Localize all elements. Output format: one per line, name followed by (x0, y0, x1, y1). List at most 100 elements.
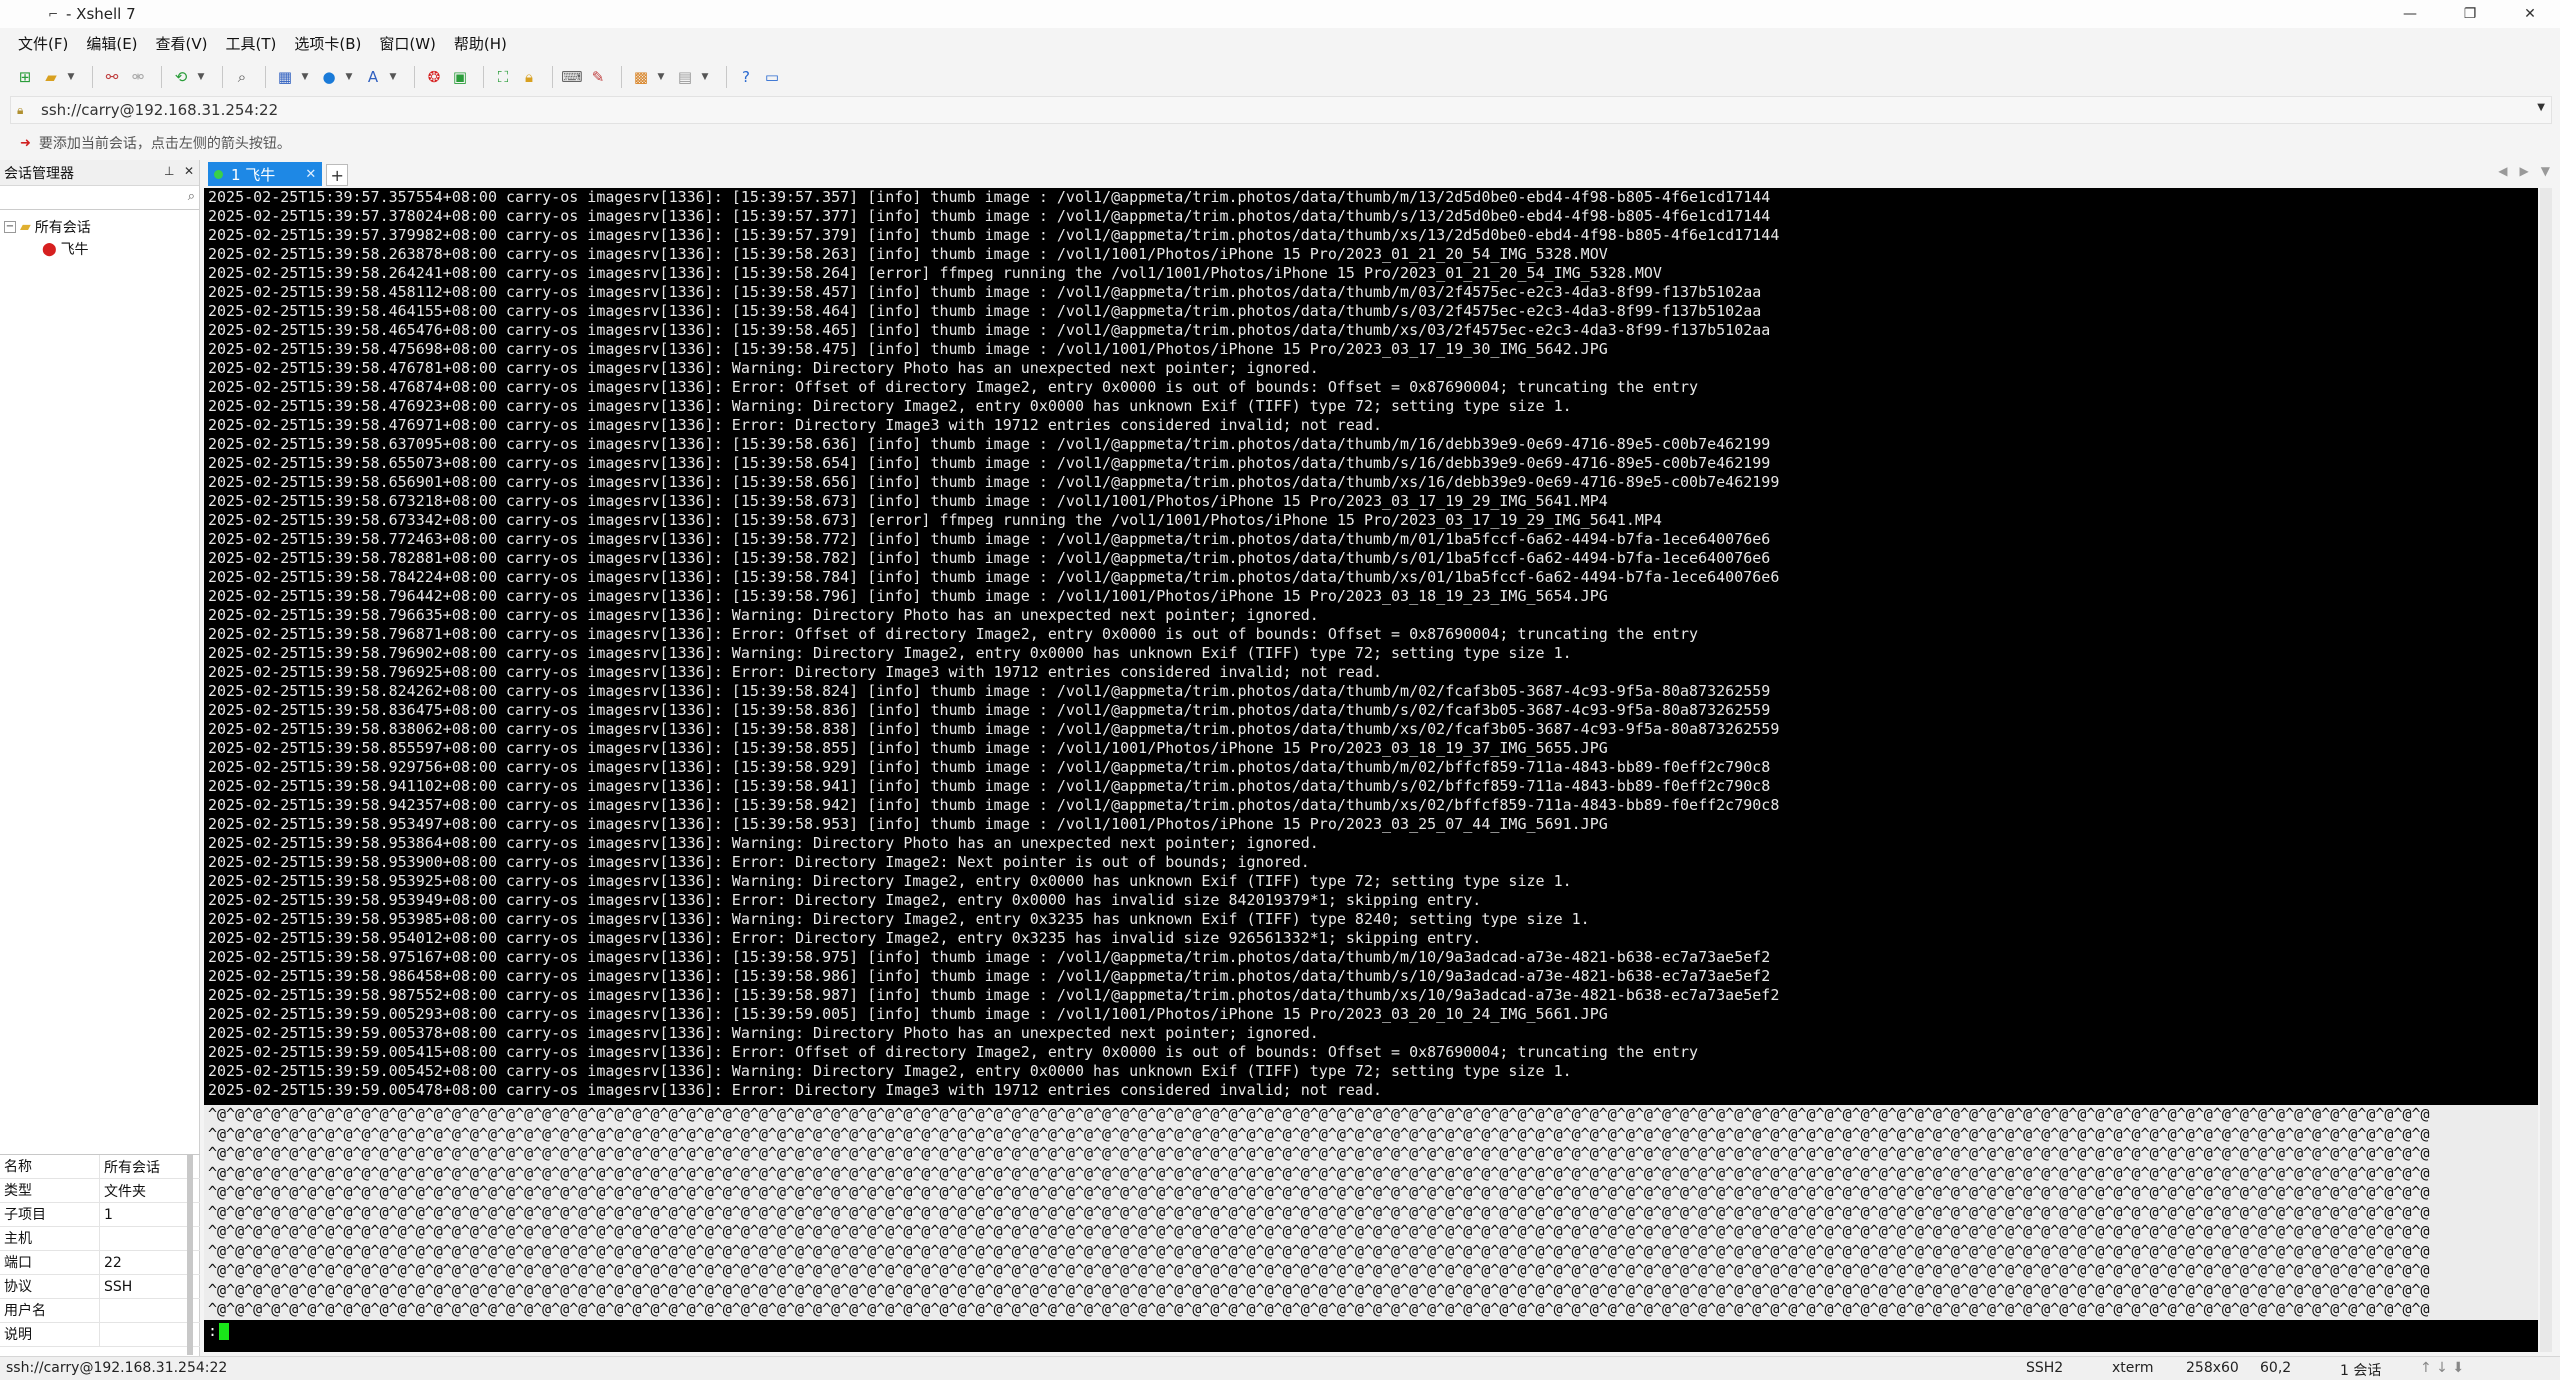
tab-session-1[interactable]: 1 飞牛 ✕ (208, 162, 323, 186)
open-folder-icon[interactable]: ▰ (40, 66, 62, 88)
terminal-line: 2025-02-25T15:39:58.953949+08:00 carry-o… (208, 891, 1482, 909)
toolbar-divider (483, 66, 484, 88)
terminal-scrollbar[interactable] (2540, 188, 2552, 1352)
session-search: ⌕ (0, 186, 199, 210)
chevron-down-icon[interactable]: ▼ (66, 66, 76, 88)
globe-icon[interactable]: ● (318, 66, 340, 88)
address-input[interactable]: ssh://carry@192.168.31.254:22 (41, 101, 278, 119)
reconnect-icon[interactable]: ⟲ (170, 66, 192, 88)
chevron-down-icon[interactable]: ▼ (196, 66, 206, 88)
null-char-line: ^@^@^@^@^@^@^@^@^@^@^@^@^@^@^@^@^@^@^@^@… (208, 1183, 2430, 1201)
property-key: 协议 (0, 1274, 100, 1299)
close-tab-icon[interactable]: ✕ (305, 167, 316, 182)
add-tab-button[interactable]: + (326, 164, 349, 186)
menu-tools[interactable]: 工具(T) (226, 33, 277, 54)
new-session-icon[interactable]: ⊞ (14, 66, 36, 88)
terminal-line: 2025-02-25T15:39:58.796902+08:00 carry-o… (208, 644, 1572, 662)
chevron-down-icon[interactable]: ▼ (300, 66, 310, 88)
bookmark-arrow-icon[interactable]: ➜ (20, 136, 31, 151)
terminal-line: 2025-02-25T15:39:58.476781+08:00 carry-o… (208, 359, 1319, 377)
terminal-line: 2025-02-25T15:39:58.986458+08:00 carry-o… (208, 967, 1771, 985)
tab-list-icon[interactable]: ▼ (2541, 164, 2550, 178)
terminal-line: 2025-02-25T15:39:58.824262+08:00 carry-o… (208, 682, 1771, 700)
xftp-icon[interactable]: ❂ (423, 66, 445, 88)
chevron-down-icon[interactable]: ▼ (344, 66, 354, 88)
status-connection: ssh://carry@192.168.31.254:22 (6, 1360, 228, 1376)
terminal-line: 2025-02-25T15:39:58.855597+08:00 carry-o… (208, 739, 1608, 757)
terminal-prompt[interactable]: : (208, 1322, 230, 1340)
pin-icon[interactable]: ⊥ (164, 164, 174, 178)
tree-session-label: 飞牛 (60, 242, 89, 258)
fullscreen-icon[interactable]: ⛶ (492, 66, 514, 88)
help-icon[interactable]: ? (735, 66, 757, 88)
minimize-button[interactable]: — (2380, 0, 2440, 28)
address-bar[interactable]: 🔒︎ ssh://carry@192.168.31.254:22 ▼ (10, 96, 2552, 124)
session-manager-header: 会话管理器 ⊥ ✕ (0, 160, 199, 186)
tab-next-icon[interactable]: ▶ (2520, 164, 2529, 178)
title-bar: ⌐ - Xshell 7 — ❐ ✕ (0, 0, 2560, 28)
chevron-down-icon[interactable]: ▼ (656, 66, 666, 88)
tab-bar: 1 飞牛 ✕ + ◀ ▶ ▼ (202, 160, 2560, 186)
null-char-line: ^@^@^@^@^@^@^@^@^@^@^@^@^@^@^@^@^@^@^@^@… (208, 1280, 2430, 1299)
tree-session-item[interactable]: ⬤ 飞牛 (0, 238, 199, 260)
status-arrows-icon[interactable]: ↑ ↓ ⬇ (2420, 1360, 2464, 1376)
terminal-view[interactable]: 2025-02-25T15:39:57.357554+08:00 carry-o… (204, 188, 2538, 1352)
terminal-line: 2025-02-25T15:39:58.975167+08:00 carry-o… (208, 948, 1771, 966)
toolbar: ⊞ ▰ ▼ ⚯ ⚮ ⟲ ▼ ⌕ ▦ ▼ ● ▼ A ▼ ❂ ▣ ⛶ 🔒︎ ⌨ ✎… (0, 60, 2560, 94)
close-window-button[interactable]: ✕ (2500, 0, 2560, 28)
toolbar-divider (621, 66, 622, 88)
menu-window[interactable]: 窗口(W) (379, 33, 436, 54)
transfer-icon[interactable]: ▣ (449, 66, 471, 88)
null-char-line: ^@^@^@^@^@^@^@^@^@^@^@^@^@^@^@^@^@^@^@^@… (208, 1202, 2430, 1221)
menu-file[interactable]: 文件(F) (18, 33, 68, 54)
xshell-window: ⌐ - Xshell 7 — ❐ ✕ 文件(F) 编辑(E) 查看(V) 工具(… (0, 0, 2560, 1380)
terminal-line: 2025-02-25T15:39:58.673218+08:00 carry-o… (208, 492, 1608, 510)
session-icon: ⬤ (42, 241, 57, 257)
restore-button[interactable]: ❐ (2440, 0, 2500, 28)
tab-prev-icon[interactable]: ◀ (2498, 164, 2507, 178)
toolbar-divider (161, 66, 162, 88)
search-icon[interactable]: ⌕ (231, 66, 253, 88)
session-manager-panel: 会话管理器 ⊥ ✕ ⌕ − ▰ 所有会话 ⬤ 飞牛 名称 所有会话 类型 文件夹 子… (0, 160, 200, 1356)
terminal-line: 2025-02-25T15:39:59.005415+08:00 carry-o… (208, 1043, 1699, 1061)
layout-icon[interactable]: ▦ (274, 66, 296, 88)
tree-folder-all-sessions[interactable]: − ▰ 所有会话 (0, 216, 199, 238)
property-row: 名称 所有会话 (0, 1154, 200, 1179)
terminal-line: 2025-02-25T15:39:58.987552+08:00 carry-o… (208, 986, 1780, 1004)
status-protocol: SSH2 (2026, 1360, 2064, 1376)
collapse-icon[interactable]: − (4, 221, 16, 233)
terminal-line: 2025-02-25T15:39:58.796871+08:00 carry-o… (208, 625, 1699, 643)
hint-text: 要添加当前会话，点击左侧的箭头按钮。 (38, 136, 291, 152)
close-icon[interactable]: ✕ (184, 164, 194, 178)
tab-navigation: ◀ ▶ ▼ (2498, 164, 2550, 178)
connect-icon[interactable]: ⚯ (101, 66, 123, 88)
session-search-input[interactable] (0, 186, 180, 208)
chevron-down-icon[interactable]: ▼ (700, 66, 710, 88)
search-icon[interactable]: ⌕ (188, 189, 195, 204)
properties-scrollbar[interactable] (187, 1155, 193, 1355)
keyboard-icon[interactable]: ⌨ (561, 66, 583, 88)
terminal-icon: ⌐ (48, 7, 59, 21)
script-icon[interactable]: ✎ (587, 66, 609, 88)
menu-edit[interactable]: 编辑(E) (86, 33, 137, 54)
property-row: 子项目 1 (0, 1202, 200, 1227)
briefcase-icon[interactable]: ▩ (630, 66, 652, 88)
status-sessions[interactable]: 1 会话 (2340, 1360, 2381, 1380)
terminal-line: 2025-02-25T15:39:58.475698+08:00 carry-o… (208, 340, 1608, 358)
menu-help[interactable]: 帮助(H) (454, 33, 507, 54)
property-value: 文件夹 (104, 1183, 146, 1200)
terminal-line: 2025-02-25T15:39:58.476971+08:00 carry-o… (208, 416, 1382, 434)
lock-icon[interactable]: 🔒︎ (518, 66, 540, 88)
terminal-cursor (219, 1322, 230, 1340)
tab-label: 1 飞牛 (231, 165, 276, 184)
chevron-down-icon[interactable]: ▼ (2537, 102, 2545, 113)
chat-icon[interactable]: ▭ (761, 66, 783, 88)
options-icon[interactable]: ▤ (674, 66, 696, 88)
disconnect-icon[interactable]: ⚮ (127, 66, 149, 88)
toolbar-divider (552, 66, 553, 88)
menu-view[interactable]: 查看(V) (156, 33, 208, 54)
terminal-line: 2025-02-25T15:39:58.953985+08:00 carry-o… (208, 910, 1590, 928)
font-icon[interactable]: A (362, 66, 384, 88)
menu-tab[interactable]: 选项卡(B) (294, 33, 361, 54)
chevron-down-icon[interactable]: ▼ (388, 66, 398, 88)
